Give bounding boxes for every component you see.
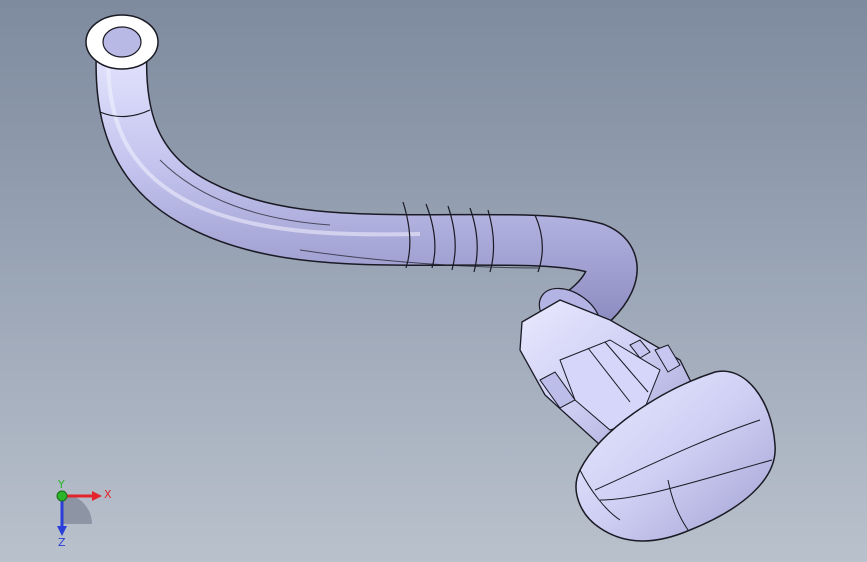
y-axis-label: Y [57, 478, 65, 491]
coordinate-triad: X Y Z [56, 478, 112, 548]
3d-model-hose-assembly[interactable] [0, 0, 867, 562]
z-axis-label: Z [58, 536, 66, 548]
z-axis-arrow [57, 526, 67, 536]
graphics-viewport[interactable]: X Y Z [0, 0, 867, 562]
y-axis-dot [56, 490, 68, 502]
hose-tube [95, 40, 638, 343]
x-axis-label: X [104, 488, 112, 501]
x-axis-arrow [92, 491, 102, 501]
hose-open-end [85, 14, 159, 70]
